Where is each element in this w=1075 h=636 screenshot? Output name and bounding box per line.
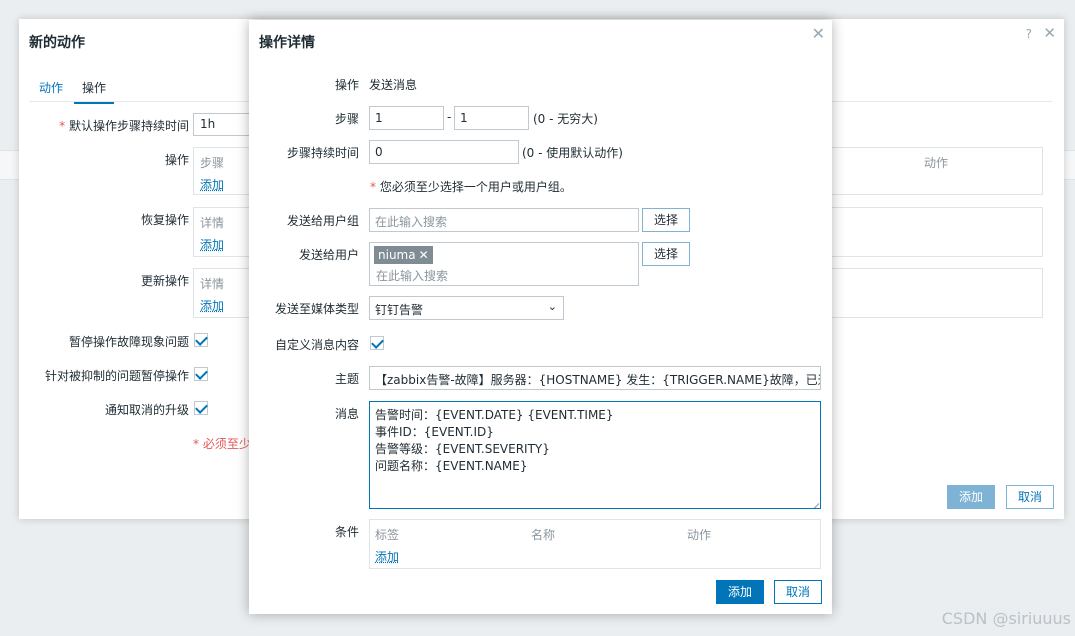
users-select-button[interactable]: 选择	[642, 242, 690, 266]
conditions-add-link[interactable]: 添加	[375, 548, 399, 565]
conditions-box: 标签 名称 动作 添加	[369, 519, 821, 569]
required-note: * 必须至少	[193, 437, 251, 451]
new-action-dialog-title: 新的动作	[29, 35, 85, 51]
message-textarea[interactable]: 告警时间：{EVENT.DATE} {EVENT.TIME} 事件ID：{EVE…	[369, 401, 821, 509]
remove-tag-icon[interactable]: ✕	[419, 248, 429, 262]
conditions-label: 条件	[334, 525, 359, 539]
message-text: 告警时间：{EVENT.DATE} {EVENT.TIME} 事件ID：{EVE…	[375, 408, 614, 473]
operation-details-dialog: 操作详情 ✕ 操作 发送消息 步骤 1 - 1 (0 - 无穷大) 步骤持续时间…	[249, 20, 832, 614]
operations-add-link[interactable]: 添加	[200, 176, 224, 193]
cancel-button[interactable]: 取消	[774, 580, 822, 604]
required-note: * 您必须至少选择一个用户或用户组。	[370, 180, 572, 194]
media-type-label: 发送至媒体类型	[274, 302, 359, 316]
operations-steps-header: 步骤	[200, 156, 225, 170]
recovery-details-header: 详情	[200, 216, 225, 230]
help-icon[interactable]: ?	[1026, 27, 1032, 41]
user-groups-select-button[interactable]: 选择	[642, 208, 690, 232]
update-details-header: 详情	[200, 277, 225, 291]
subject-label: 主题	[334, 372, 359, 386]
pause-problems-label: 暂停操作故障现象问题	[68, 335, 189, 349]
user-tag: niuma ✕	[374, 246, 433, 264]
chevron-down-icon: ⌄	[547, 300, 557, 313]
pause-suppressed-label: 针对被抑制的问题暂停操作	[44, 369, 189, 383]
steps-label: 步骤	[334, 112, 359, 126]
tab-action[interactable]: 动作	[39, 79, 63, 96]
close-icon[interactable]: ✕	[812, 24, 825, 43]
operations-action-header: 动作	[924, 156, 949, 170]
conditions-action-header: 动作	[687, 528, 712, 542]
add-button[interactable]: 添加	[947, 485, 995, 509]
recovery-add-link[interactable]: 添加	[200, 236, 224, 253]
conditions-label-header: 标签	[375, 528, 400, 542]
step-duration-hint: (0 - 使用默认动作)	[522, 146, 623, 160]
subject-input[interactable]: 【zabbix告警-故障】服务器：{HOSTNAME} 发生：{TRIGGER.…	[369, 366, 821, 390]
default-duration-label: * 默认操作步骤持续时间	[59, 119, 189, 133]
operation-label: 操作	[334, 78, 359, 92]
step-duration-input[interactable]: 0	[369, 140, 519, 164]
conditions-name-header: 名称	[531, 528, 556, 542]
media-type-select[interactable]: 钉钉告警 ⌄	[369, 296, 564, 320]
pause-problems-checkbox[interactable]	[194, 333, 208, 347]
operations-label: 操作	[164, 153, 189, 167]
custom-message-label: 自定义消息内容	[274, 338, 359, 352]
step-duration-label: 步骤持续时间	[286, 146, 359, 160]
update-label: 更新操作	[140, 274, 189, 288]
steps-separator: -	[447, 110, 452, 124]
media-type-value: 钉钉告警	[375, 303, 424, 317]
notify-cancel-checkbox[interactable]	[194, 401, 208, 415]
operation-details-title: 操作详情	[259, 35, 315, 51]
cancel-button[interactable]: 取消	[1006, 485, 1054, 509]
steps-hint: (0 - 无穷大)	[533, 112, 598, 126]
message-label: 消息	[334, 407, 359, 421]
steps-to-input[interactable]: 1	[454, 106, 529, 130]
close-icon[interactable]: ✕	[1043, 24, 1056, 42]
update-add-link[interactable]: 添加	[200, 297, 224, 314]
user-groups-label: 发送给用户组	[286, 214, 359, 228]
add-button[interactable]: 添加	[716, 580, 764, 604]
default-duration-input[interactable]: 1h	[193, 113, 253, 136]
users-label: 发送给用户	[298, 248, 359, 262]
custom-message-checkbox[interactable]	[370, 336, 384, 350]
recovery-label: 恢复操作	[140, 213, 189, 227]
users-search-placeholder: 在此输入搜索	[376, 269, 449, 283]
operation-value: 发送消息	[369, 78, 418, 92]
watermark: CSDN @siriuuus	[941, 609, 1071, 628]
notify-cancel-label: 通知取消的升级	[104, 403, 189, 417]
users-multiselect[interactable]: niuma ✕ 在此输入搜索	[369, 242, 639, 286]
user-groups-search-input[interactable]: 在此输入搜索	[369, 208, 639, 232]
tab-operations[interactable]: 操作	[74, 79, 115, 104]
steps-from-input[interactable]: 1	[369, 106, 444, 130]
pause-suppressed-checkbox[interactable]	[194, 367, 208, 381]
resize-handle-icon[interactable]	[811, 499, 819, 507]
